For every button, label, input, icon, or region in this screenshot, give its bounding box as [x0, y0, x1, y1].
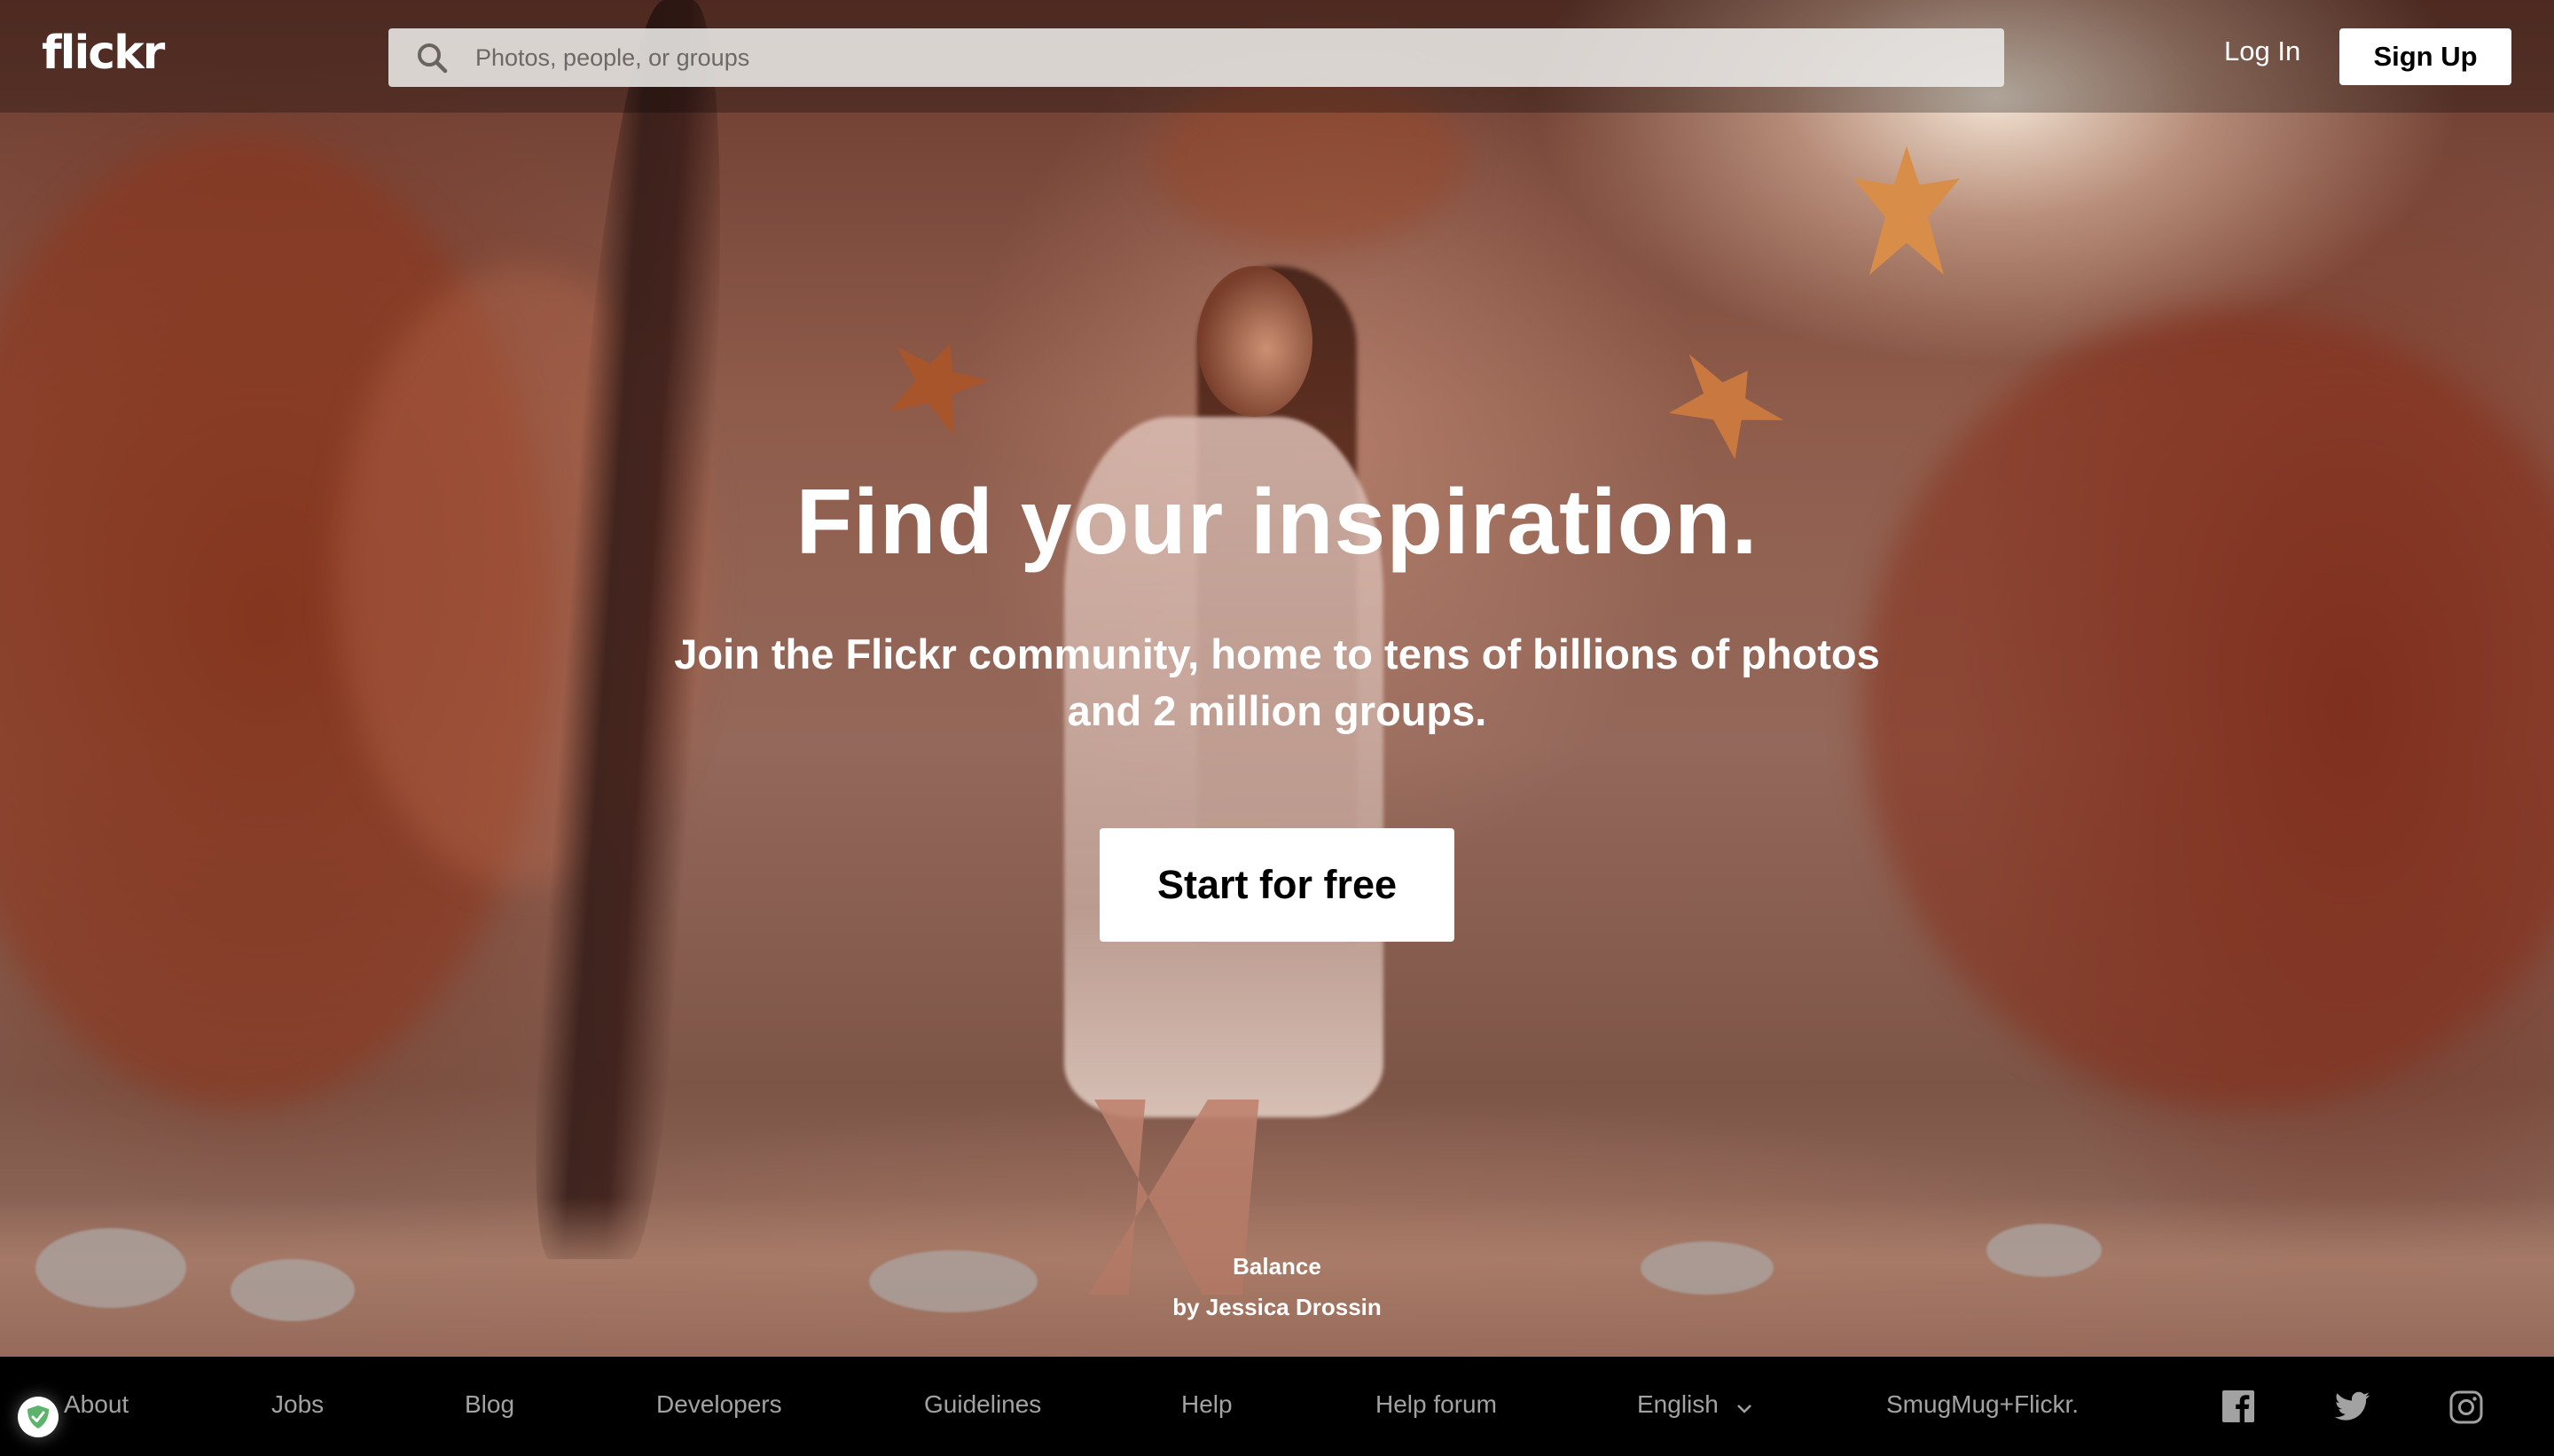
- footer-link-jobs[interactable]: Jobs: [271, 1390, 324, 1419]
- photo-credit-title[interactable]: Balance: [0, 1253, 2554, 1280]
- hero-subheadline: Join the Flickr community, home to tens …: [674, 630, 1880, 734]
- falling-leaf: [875, 327, 996, 440]
- instagram-icon[interactable]: [2449, 1390, 2483, 1424]
- footer-link-about[interactable]: About: [64, 1390, 129, 1419]
- start-for-free-button[interactable]: Start for free: [1100, 828, 1454, 942]
- language-selected: English: [1637, 1390, 1719, 1418]
- footer-link-help-forum[interactable]: Help forum: [1375, 1390, 1497, 1419]
- smugmug-flickr-link[interactable]: SmugMug+Flickr.: [1886, 1390, 2079, 1419]
- sign-up-button[interactable]: Sign Up: [2339, 28, 2511, 85]
- shield-check-icon: [27, 1405, 49, 1429]
- language-selector[interactable]: English: [1637, 1390, 1752, 1421]
- girl-head: [1197, 266, 1312, 417]
- footer-link-blog[interactable]: Blog: [465, 1390, 514, 1419]
- search-bar[interactable]: [388, 28, 2004, 87]
- falling-leaf: [1655, 338, 1795, 469]
- facebook-icon[interactable]: [2222, 1390, 2256, 1424]
- footer: About Jobs Blog Developers Guidelines He…: [0, 1357, 2554, 1456]
- footer-link-developers[interactable]: Developers: [656, 1390, 782, 1419]
- search-input[interactable]: [475, 28, 1983, 87]
- photo-credit-author[interactable]: by Jessica Drossin: [0, 1294, 2554, 1321]
- footer-link-guidelines[interactable]: Guidelines: [924, 1390, 1041, 1419]
- search-icon[interactable]: [415, 41, 450, 76]
- top-navigation-bar: flickr Log In Sign Up: [0, 0, 2554, 113]
- flickr-logo[interactable]: flickr: [42, 27, 165, 80]
- twitter-icon[interactable]: [2334, 1390, 2370, 1424]
- foliage-right: [1862, 310, 2554, 1108]
- footer-link-help[interactable]: Help: [1181, 1390, 1233, 1419]
- log-in-link[interactable]: Log In: [2224, 35, 2300, 67]
- hero-headline: Find your inspiration.: [795, 471, 1759, 574]
- falling-leaf: [1853, 146, 1960, 275]
- extension-badge[interactable]: [18, 1397, 59, 1437]
- chevron-down-icon: [1736, 1392, 1752, 1421]
